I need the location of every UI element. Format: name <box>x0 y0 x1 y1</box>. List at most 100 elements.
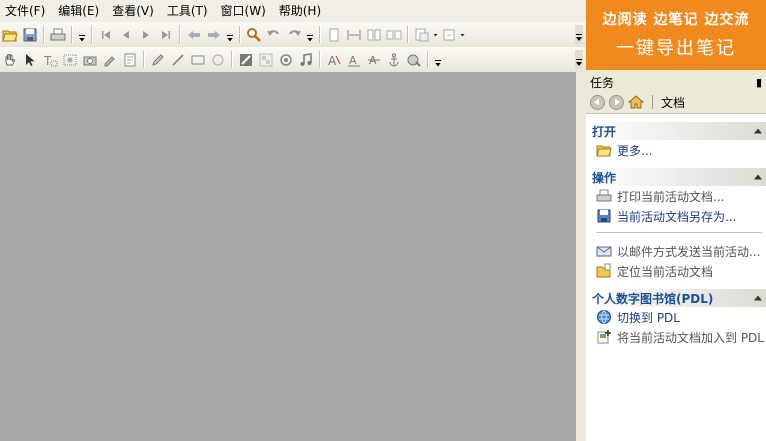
add-document-icon <box>597 330 611 344</box>
forward-arrow-icon[interactable] <box>204 25 224 45</box>
collapse-chevron-icon[interactable] <box>754 128 762 134</box>
home-icon[interactable] <box>627 94 645 110</box>
fit-width-icon[interactable] <box>344 25 364 45</box>
next-page-icon[interactable] <box>136 25 156 45</box>
menu-help[interactable]: 帮助(H) <box>273 0 328 22</box>
attachment-tool-icon[interactable] <box>404 50 424 70</box>
back-icon[interactable] <box>590 94 605 110</box>
redo-icon[interactable] <box>284 25 304 45</box>
switch-to-pdl-link[interactable]: 切换到 PDL <box>586 307 766 327</box>
menu-tools[interactable]: 工具(T) <box>161 0 215 22</box>
hand-tool-icon[interactable] <box>0 50 20 70</box>
section-divider <box>596 232 762 233</box>
facing-pages-icon[interactable] <box>384 25 404 45</box>
more-files-link[interactable]: 更多... <box>586 140 766 160</box>
add-to-pdl-link[interactable]: 将当前活动文档加入到 PDL <box>586 327 766 347</box>
document-workspace[interactable] <box>0 72 576 441</box>
strikethrough-tool-icon[interactable]: A <box>364 50 384 70</box>
forward-icon[interactable] <box>609 94 624 110</box>
task-pane-context-label: 文档 <box>661 95 686 110</box>
svg-text:A: A <box>349 54 357 67</box>
toolbar2-overflow-icon[interactable] <box>575 50 583 69</box>
add-to-pdl-label: 将当前活动文档加入到 PDL <box>617 330 764 345</box>
single-page-icon[interactable] <box>324 25 344 45</box>
banner-headline: 一键导出笔记 <box>616 38 736 59</box>
pane-splitter[interactable] <box>576 72 586 441</box>
stamp-tool-icon[interactable] <box>276 50 296 70</box>
annotation-toolbar: T A A A <box>0 47 586 73</box>
select-image-icon[interactable] <box>60 50 80 70</box>
toolbar-separator <box>43 26 45 43</box>
section-pdl-header[interactable]: 个人数字图书馆(PDL) <box>586 289 766 307</box>
underline-tool-icon[interactable]: A <box>344 50 364 70</box>
section-pdl-title: 个人数字图书馆(PDL) <box>592 291 714 306</box>
last-page-icon[interactable] <box>156 25 176 45</box>
snapshot-icon[interactable] <box>80 50 100 70</box>
email-icon <box>596 246 612 257</box>
save-icon[interactable] <box>20 25 40 45</box>
toolbar-separator <box>179 26 181 43</box>
open-folder-icon <box>596 145 612 157</box>
toolbar-options-chevron-icon[interactable] <box>226 25 234 45</box>
note-tool-icon[interactable] <box>120 50 140 70</box>
email-document-link[interactable]: 以邮件方式发送当前活动... <box>586 241 766 261</box>
toolbar1-overflow-icon[interactable] <box>575 25 583 44</box>
locate-document-label: 定位当前活动文档 <box>617 264 714 279</box>
menu-file[interactable]: 文件(F) <box>0 0 52 22</box>
collapse-chevron-icon[interactable] <box>754 295 762 301</box>
switch-to-pdl-label: 切换到 PDL <box>617 310 680 325</box>
highlight-tool-icon[interactable] <box>100 50 120 70</box>
toolbar-separator <box>71 26 73 43</box>
anchor-link-icon[interactable] <box>384 50 404 70</box>
task-pane: 任务 ▮ 文档 打开 更多... 操作 打印当前活动文档... 当前活动文档另存… <box>586 74 766 441</box>
print-document-label: 打印当前活动文档... <box>617 189 725 204</box>
section-open-header[interactable]: 打开 <box>586 122 766 140</box>
printer-icon <box>596 189 612 202</box>
locate-document-link[interactable]: 定位当前活动文档 <box>586 261 766 281</box>
menu-edit[interactable]: 编辑(E) <box>52 0 106 22</box>
toolbar-options-chevron-icon[interactable] <box>434 50 442 70</box>
previous-page-icon[interactable] <box>116 25 136 45</box>
task-pane-title: 任务 <box>590 76 615 90</box>
save-icon <box>597 209 611 223</box>
rotate-view-dropdown-icon[interactable] <box>459 25 466 45</box>
mosaic-tool-icon[interactable] <box>256 50 276 70</box>
toolbar-separator <box>231 51 233 68</box>
print-icon[interactable] <box>48 25 68 45</box>
find-icon[interactable] <box>244 25 264 45</box>
text-tool-icon[interactable]: A <box>324 50 344 70</box>
rotate-view-icon[interactable] <box>439 25 459 45</box>
section-operations-header[interactable]: 操作 <box>586 168 766 186</box>
line-tool-icon[interactable] <box>168 50 188 70</box>
back-arrow-icon[interactable] <box>184 25 204 45</box>
pencil-tool-icon[interactable] <box>148 50 168 70</box>
save-as-link[interactable]: 当前活动文档另存为... <box>586 206 766 226</box>
first-page-icon[interactable] <box>96 25 116 45</box>
select-text-icon[interactable]: T <box>40 50 60 70</box>
toolbar-options-chevron-icon[interactable] <box>306 25 314 45</box>
collapse-chevron-icon[interactable] <box>754 174 762 180</box>
ellipse-tool-icon[interactable] <box>208 50 228 70</box>
locate-folder-icon <box>596 263 611 278</box>
two-page-icon[interactable] <box>364 25 384 45</box>
page-layout-dropdown-icon[interactable] <box>432 25 439 45</box>
pin-icon[interactable]: ▮ <box>756 76 762 89</box>
open-folder-icon[interactable] <box>0 25 20 45</box>
svg-text:T: T <box>43 54 52 68</box>
page-layout-icon[interactable] <box>412 25 432 45</box>
promo-banner[interactable]: 边阅读 边笔记 边交流 一键导出笔记 <box>586 0 766 70</box>
print-document-link[interactable]: 打印当前活动文档... <box>586 186 766 206</box>
toolbar-separator <box>143 51 145 68</box>
task-pane-header: 任务 ▮ <box>586 74 766 91</box>
menu-window[interactable]: 窗口(W) <box>215 0 273 22</box>
undo-icon[interactable] <box>264 25 284 45</box>
toolbar-options-chevron-icon[interactable] <box>78 25 86 45</box>
section-operations-title: 操作 <box>592 170 617 185</box>
audio-tool-icon[interactable] <box>296 50 316 70</box>
select-arrow-icon[interactable] <box>20 50 40 70</box>
menu-bar: 文件(F) 编辑(E) 查看(V) 工具(T) 窗口(W) 帮助(H) <box>0 0 586 22</box>
eraser-tool-icon[interactable] <box>236 50 256 70</box>
rectangle-tool-icon[interactable] <box>188 50 208 70</box>
toolbar-separator <box>91 26 93 43</box>
menu-view[interactable]: 查看(V) <box>106 0 161 22</box>
